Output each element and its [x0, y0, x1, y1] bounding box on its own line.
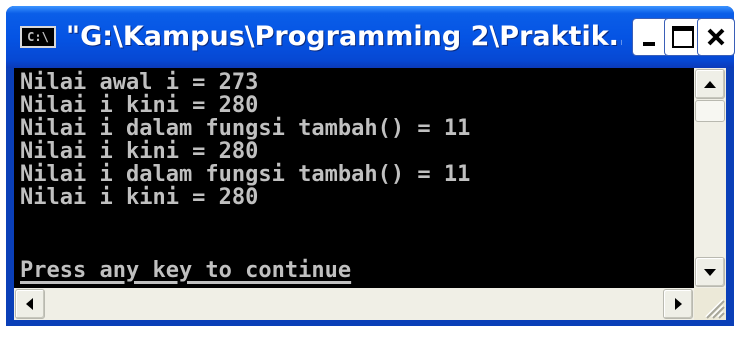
- console-window: C:\ "G:\Kampus\Programming 2\Praktik... …: [6, 6, 735, 326]
- scroll-up-button[interactable]: [695, 69, 725, 99]
- console-output[interactable]: Nilai awal i = 273 Nilai i kini = 280 Ni…: [14, 68, 694, 288]
- maximize-icon: [672, 26, 694, 48]
- arrow-down-icon: [704, 269, 716, 276]
- console-line: Nilai i dalam fungsi tambah() = 11: [20, 116, 471, 141]
- console-line: Nilai i kini = 280: [20, 185, 259, 210]
- console-line: Nilai i dalam fungsi tambah() = 11: [20, 162, 471, 187]
- arrow-left-icon: [26, 298, 33, 310]
- scroll-right-button[interactable]: [663, 289, 693, 319]
- close-button[interactable]: [697, 18, 735, 56]
- console-line: Nilai i kini = 280: [20, 93, 259, 118]
- scroll-left-button[interactable]: [15, 289, 45, 319]
- close-icon: [707, 28, 725, 46]
- console-line: Nilai i kini = 280: [20, 139, 259, 164]
- arrow-up-icon: [704, 81, 716, 88]
- arrow-right-icon: [675, 298, 682, 310]
- minimize-icon: [643, 42, 655, 46]
- title-bar[interactable]: C:\ "G:\Kampus\Programming 2\Praktik...: [6, 6, 735, 68]
- resize-grip[interactable]: [694, 288, 726, 320]
- minimize-button[interactable]: [632, 18, 670, 56]
- console-line: Nilai awal i = 273: [20, 70, 259, 95]
- resize-grip-icon: [705, 299, 725, 319]
- console-icon[interactable]: C:\: [20, 26, 56, 48]
- maximize-button[interactable]: [664, 18, 702, 56]
- vertical-scroll-thumb[interactable]: [695, 100, 725, 122]
- vertical-scrollbar[interactable]: [694, 68, 726, 288]
- scroll-down-button[interactable]: [695, 257, 725, 287]
- horizontal-scrollbar[interactable]: [14, 288, 694, 320]
- console-prompt-line: Press any key to continue: [20, 258, 352, 283]
- window-frame-bottom: [6, 320, 734, 326]
- window-title: "G:\Kampus\Programming 2\Praktik...: [66, 21, 622, 52]
